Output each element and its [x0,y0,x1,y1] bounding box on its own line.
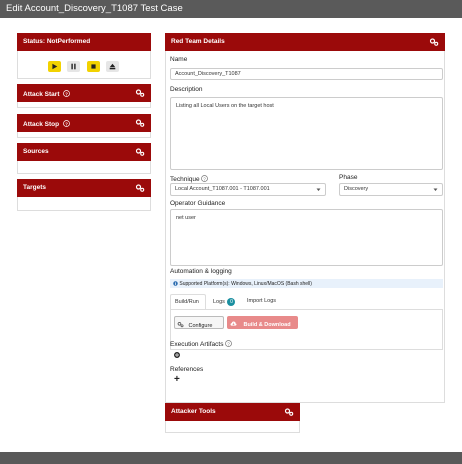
targets-title: Targets [23,184,46,191]
tab-logs-label: Logs [213,299,225,305]
play-button[interactable] [48,61,61,72]
phase-value: Discovery [344,186,369,192]
sources-body [17,161,151,174]
configure-button[interactable]: Configure [174,316,224,329]
attack-start-title: Attack Start [23,91,60,98]
settings-icon[interactable] [135,183,145,193]
settings-icon[interactable] [135,147,145,157]
gears-icon [177,321,184,328]
execution-artifacts-label: Execution Artifacts ? [170,339,233,348]
svg-text:?: ? [65,91,68,96]
name-label: Name [170,56,188,63]
technique-label: Technique ? [170,174,209,183]
play-icon [52,63,58,70]
artifacts-settings-icon[interactable] [173,351,181,359]
svg-text:?: ? [65,121,68,126]
red-team-title: Red Team Details [171,38,225,45]
tab-build-run-label: Build/Run [175,299,199,305]
logs-count-badge: 0 [227,298,236,306]
tab-build-run[interactable]: Build/Run [170,294,206,309]
chevron-down-icon [316,188,321,191]
stop-button[interactable] [87,61,100,72]
cloud-download-icon [230,321,237,326]
references-label: References [170,366,204,373]
name-input[interactable]: Account_Discovery_T1087 [170,68,443,80]
attack-start-header[interactable]: Attack Start ? [17,84,151,102]
info-icon [173,281,178,286]
add-reference-button[interactable]: + [174,375,180,385]
build-download-button[interactable]: Build & Download [227,316,298,329]
phase-select[interactable]: Discovery [339,183,443,196]
settings-icon[interactable] [429,37,439,47]
technique-value: Local Account_T1087.001 - T1087.001 [175,186,270,192]
svg-text:?: ? [228,341,231,346]
guidance-label: Operator Guidance [170,200,226,207]
sources-header[interactable]: Sources [17,143,151,161]
configure-label: Configure [188,323,213,329]
targets-header[interactable]: Targets [17,179,151,197]
attack-start-body [17,102,151,108]
help-icon: ? [63,120,70,127]
guidance-textarea[interactable]: net user [170,209,443,266]
help-icon: ? [201,175,209,182]
status-panel-body [17,51,151,79]
status-label: Status: NotPerformed [23,38,91,45]
settings-icon[interactable] [284,407,294,417]
main-content: Status: NotPerformed Attack Start ? Atta… [0,18,462,452]
red-team-header: Red Team Details [165,33,445,51]
attack-stop-body [17,132,151,138]
help-icon: ? [63,90,71,97]
settings-icon[interactable] [135,118,145,128]
sources-title: Sources [23,148,49,155]
settings-icon[interactable] [135,88,145,98]
pause-button[interactable] [67,61,80,72]
targets-body [17,197,151,211]
phase-label: Phase [339,174,358,181]
attack-stop-header[interactable]: Attack Stop ? [17,114,151,132]
attacker-tools-title: Attacker Tools [171,408,216,415]
attacker-tools-body [165,421,300,433]
attacker-tools-header: Attacker Tools [165,403,300,421]
chevron-down-icon [433,188,438,191]
tab-import-logs[interactable]: Import Logs [247,298,276,304]
svg-text:?: ? [204,176,207,181]
technique-select[interactable]: Local Account_T1087.001 - T1087.001 [170,183,326,196]
eject-icon [109,63,116,70]
platform-note-text: Supported Platform(s): Windows, Linux/Ma… [179,281,312,287]
eject-button[interactable] [106,61,119,72]
tab-logs[interactable]: Logs 0 [213,298,236,306]
execution-artifacts-text: Execution Artifacts [170,341,224,348]
platform-note: Supported Platform(s): Windows, Linux/Ma… [170,279,443,288]
build-download-label: Build & Download [243,322,291,328]
window-title: Edit Account_Discovery_T1087 Test Case [0,0,462,18]
description-label: Description [170,86,203,93]
technique-label-text: Technique [170,176,200,183]
status-panel-header: Status: NotPerformed [17,33,151,51]
attack-stop-title: Attack Stop [23,121,60,128]
help-icon: ? [225,340,233,347]
bottom-bar [0,452,462,464]
description-textarea[interactable]: Listing all Local Users on the target ho… [170,97,443,170]
stop-icon [91,64,96,69]
automation-label: Automation & logging [170,268,232,275]
pause-icon [71,63,76,70]
